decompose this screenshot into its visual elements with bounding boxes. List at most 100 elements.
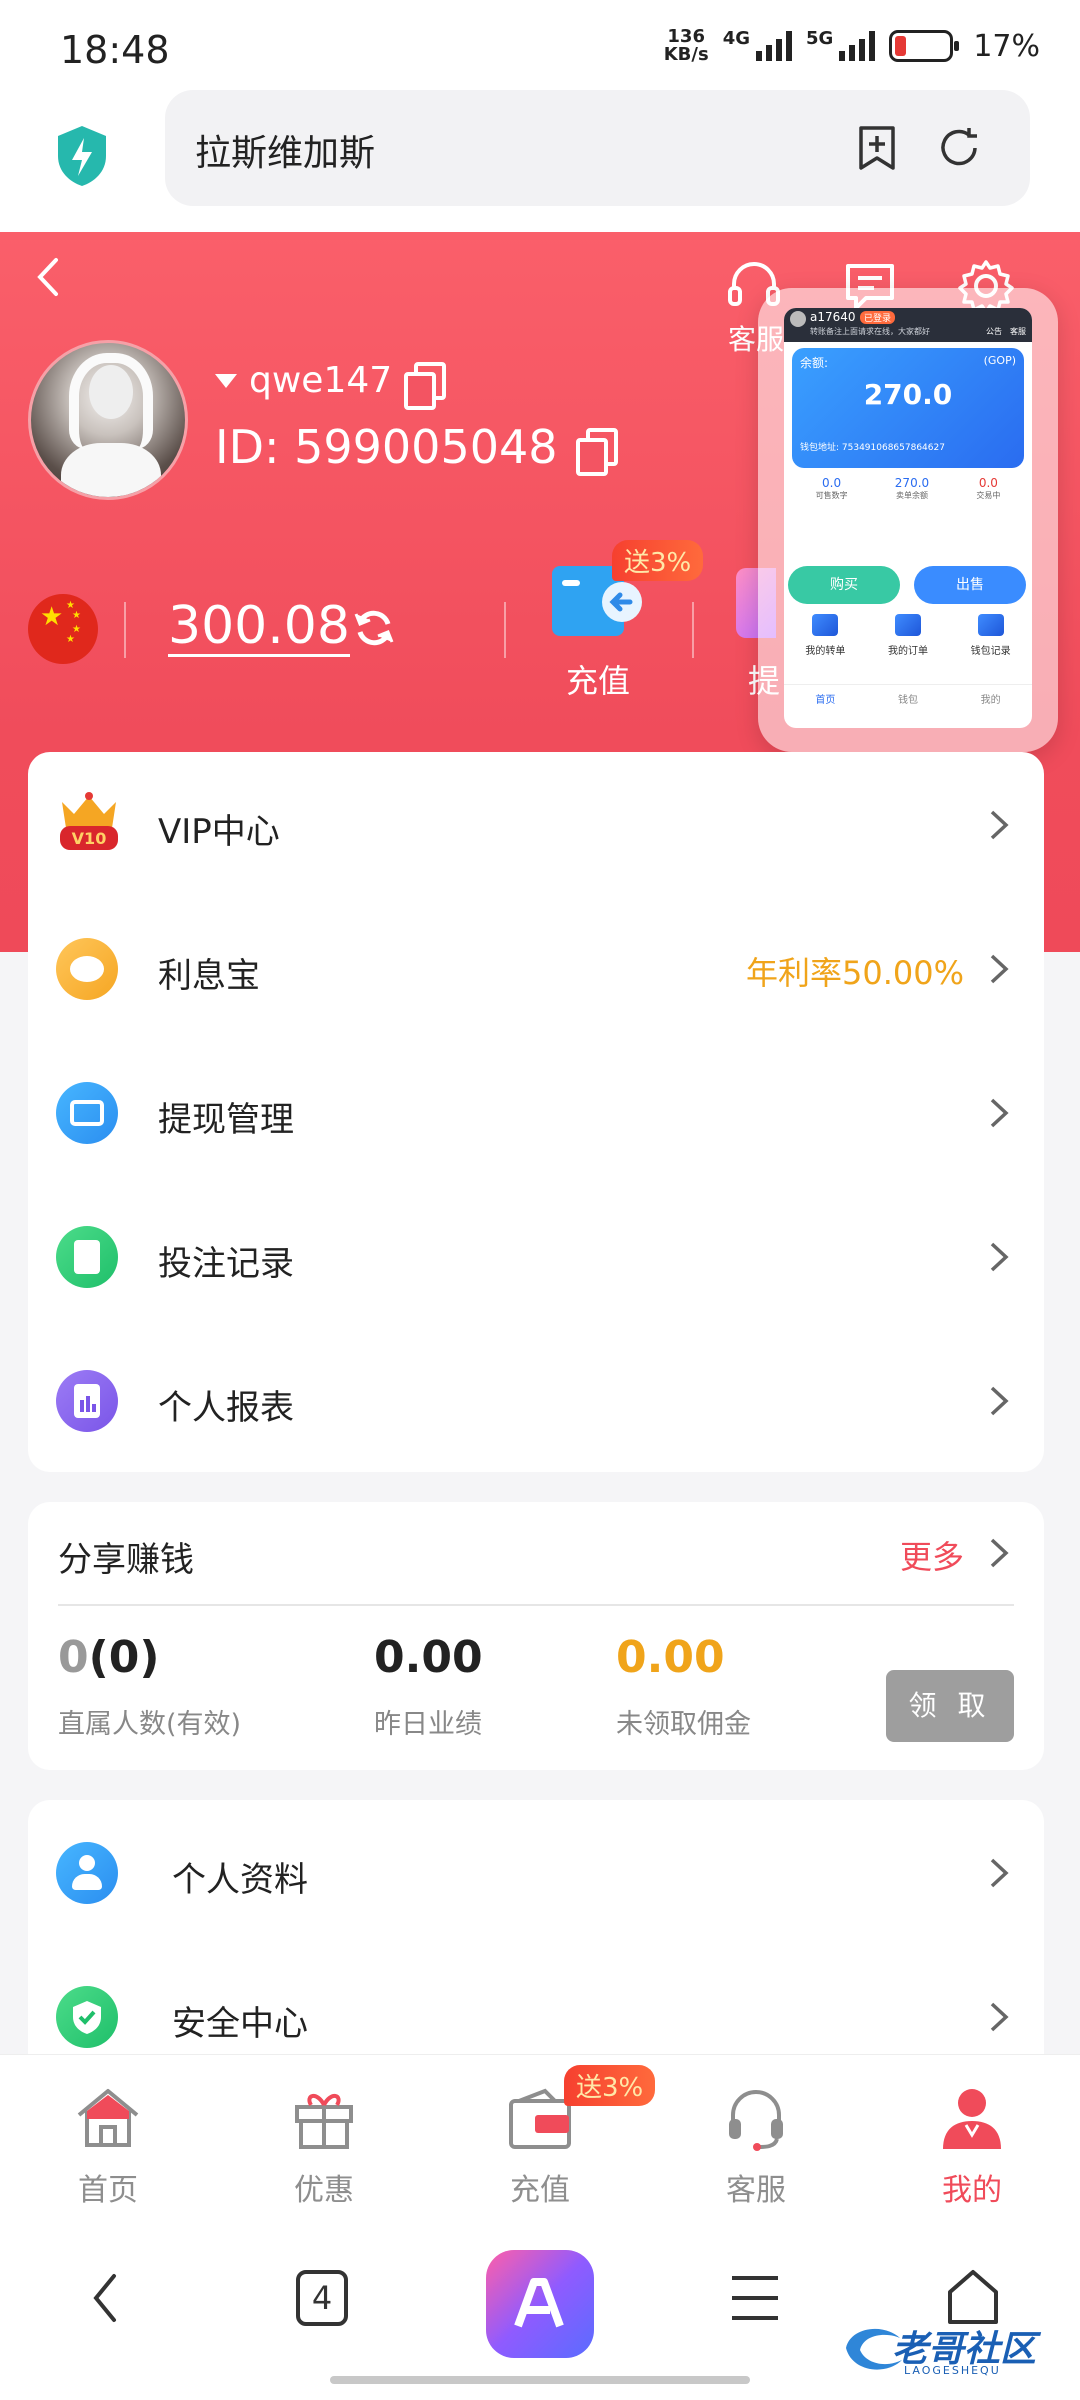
menu-label: 个人资料 xyxy=(172,1860,308,1900)
tab-support[interactable]: 客服 xyxy=(686,2085,826,2209)
divider xyxy=(692,602,694,658)
recharge-label[interactable]: 充值 xyxy=(566,656,630,702)
recharge-tab-badge: 送3% xyxy=(564,2065,656,2106)
tab-label: 优惠 xyxy=(294,2173,354,2208)
menu-item-vip[interactable]: V10 VIP中心 xyxy=(28,752,1044,896)
browser-nav-bar: 4 老哥社区 LAOGESHEQU xyxy=(0,2230,1080,2400)
address-bar[interactable]: 拉斯维加斯 xyxy=(165,90,1030,206)
yesterday-label: 昨日业绩 xyxy=(374,1709,482,1740)
preview-balance-card: 余额: (GOP) 270.0 钱包地址: 753491068657864627 xyxy=(792,348,1024,468)
tab-mine[interactable]: 我的 xyxy=(902,2085,1042,2209)
share-more-link[interactable]: 更多 xyxy=(900,1532,964,1578)
battery-icon xyxy=(889,30,960,62)
preview-topbar: a17640 已登录 转账备注上面请求在线，大家都好 公告 客服 xyxy=(784,308,1032,342)
caret-down-icon[interactable] xyxy=(215,373,237,388)
chevron-right-icon xyxy=(990,1242,1009,1272)
menu-label: 提现管理 xyxy=(158,1100,294,1140)
avatar[interactable] xyxy=(28,340,188,500)
tab-label: 充值 xyxy=(510,2173,570,2208)
refresh-icon[interactable] xyxy=(935,124,983,172)
copy-icon[interactable] xyxy=(575,428,618,476)
menu-item-report[interactable]: 个人报表 xyxy=(28,1328,1044,1472)
browser-toolbar: 拉斯维加斯 xyxy=(0,90,1080,232)
yesterday-performance: 0.00 xyxy=(374,1632,483,1683)
username: qwe147 xyxy=(249,360,393,401)
home-indicator[interactable] xyxy=(330,2376,750,2384)
back-icon[interactable] xyxy=(28,252,68,302)
menu-item-profile[interactable]: 个人资料 xyxy=(28,1800,1044,1944)
menu-label: VIP中心 xyxy=(158,812,280,852)
page-title: 拉斯维加斯 xyxy=(195,133,376,174)
gift-icon xyxy=(295,2094,353,2149)
chevron-right-icon xyxy=(990,954,1009,984)
user-icon xyxy=(943,2089,1001,2149)
menu-icon[interactable] xyxy=(730,2274,780,2322)
menu-label: 利息宝 xyxy=(158,956,260,996)
battery-level: 17% xyxy=(973,28,1040,64)
watermark-logo: 老哥社区 LAOGESHEQU xyxy=(842,2314,1072,2384)
app-logo-icon[interactable] xyxy=(486,2250,594,2358)
floating-window[interactable]: a17640 已登录 转账备注上面请求在线，大家都好 公告 客服 余额: (GO… xyxy=(758,288,1058,752)
preview-buy-button: 购买 xyxy=(788,566,900,604)
signal-icon xyxy=(756,31,792,61)
copy-icon[interactable] xyxy=(404,361,447,410)
clipboard-icon xyxy=(56,1226,118,1288)
signal-icon xyxy=(839,31,876,61)
card-icon xyxy=(56,1082,118,1144)
piggy-bank-icon xyxy=(56,938,118,1000)
shield-check-icon xyxy=(56,1986,118,2048)
net-speed: 136 KB/s xyxy=(663,26,709,65)
interest-rate: 年利率50.00% xyxy=(745,954,964,992)
bottom-tab-bar: 首页 优惠 充值 送3% 客服 我的 xyxy=(0,2054,1080,2230)
sim2-tag: 5G xyxy=(806,28,834,49)
add-bookmark-icon[interactable] xyxy=(853,124,901,172)
headset-icon xyxy=(729,2090,783,2151)
chevron-right-icon[interactable] xyxy=(986,1536,1012,1570)
divider xyxy=(504,602,506,658)
user-id: ID: 599005048 xyxy=(215,420,558,474)
shield-icon[interactable] xyxy=(54,124,110,188)
recharge-badge: 送3% xyxy=(612,540,704,581)
menu-card: V10 VIP中心 利息宝 年利率50.00% 提现管理 投注记录 个人报表 xyxy=(28,752,1044,1472)
home-icon xyxy=(77,2089,139,2147)
unclaimed-commission: 0.00 xyxy=(616,1632,725,1683)
status-time: 18:48 xyxy=(60,28,170,72)
preview-links: 我的转单 我的订单 钱包记录 xyxy=(784,614,1032,657)
menu-item-bet-records[interactable]: 投注记录 xyxy=(28,1184,1044,1328)
tabs-count-button[interactable]: 4 xyxy=(296,2270,348,2326)
tab-home[interactable]: 首页 xyxy=(38,2085,178,2209)
chevron-right-icon xyxy=(990,1386,1009,1416)
preview-nav: 首页 钱包 我的 xyxy=(784,684,1032,728)
wallet-balance: 300.08 xyxy=(168,596,350,657)
menu-item-interest[interactable]: 利息宝 年利率50.00% xyxy=(28,896,1044,1040)
back-icon[interactable] xyxy=(86,2270,126,2326)
menu-label: 投注记录 xyxy=(158,1244,294,1284)
menu-item-withdraw[interactable]: 提现管理 xyxy=(28,1040,1044,1184)
unclaimed-label: 未领取佣金 xyxy=(616,1709,751,1740)
sim1-tag: 4G xyxy=(722,28,750,49)
preview-sell-button: 出售 xyxy=(914,566,1026,604)
chevron-right-icon xyxy=(990,1098,1009,1128)
preview-stats: 0.0 可售数字 270.0 卖单余额 0.0 交易中 xyxy=(792,468,1024,520)
direct-count: 0(0) xyxy=(58,1632,160,1683)
tab-promotions[interactable]: 优惠 xyxy=(254,2085,394,2209)
menu-label: 个人报表 xyxy=(158,1388,294,1428)
divider xyxy=(124,602,126,658)
tab-label: 客服 xyxy=(726,2173,786,2208)
menu-label: 安全中心 xyxy=(172,2004,308,2044)
report-chart-icon xyxy=(56,1370,118,1432)
chevron-right-icon xyxy=(990,1858,1009,1888)
china-flag-icon[interactable]: ★ ★ ★ ★ ★ xyxy=(28,594,98,664)
status-icons: 136 KB/s 4G 5G 17% xyxy=(664,28,1040,64)
tab-label: 首页 xyxy=(78,2173,138,2208)
share-title: 分享赚钱 xyxy=(58,1540,194,1580)
chevron-right-icon xyxy=(990,810,1009,840)
share-earn-card: 分享赚钱 更多 0(0) 直属人数(有效) 0.00 昨日业绩 0.00 未领取… xyxy=(28,1502,1044,1770)
refresh-balance-icon[interactable] xyxy=(350,604,398,652)
tab-label: 我的 xyxy=(942,2173,1002,2208)
svg-text:V10: V10 xyxy=(72,829,107,848)
claim-button[interactable]: 领 取 xyxy=(886,1670,1014,1742)
username-row: qwe147 xyxy=(215,360,447,410)
direct-label: 直属人数(有效) xyxy=(58,1709,242,1740)
status-bar: 18:48 136 KB/s 4G 5G 17% xyxy=(0,0,1080,90)
